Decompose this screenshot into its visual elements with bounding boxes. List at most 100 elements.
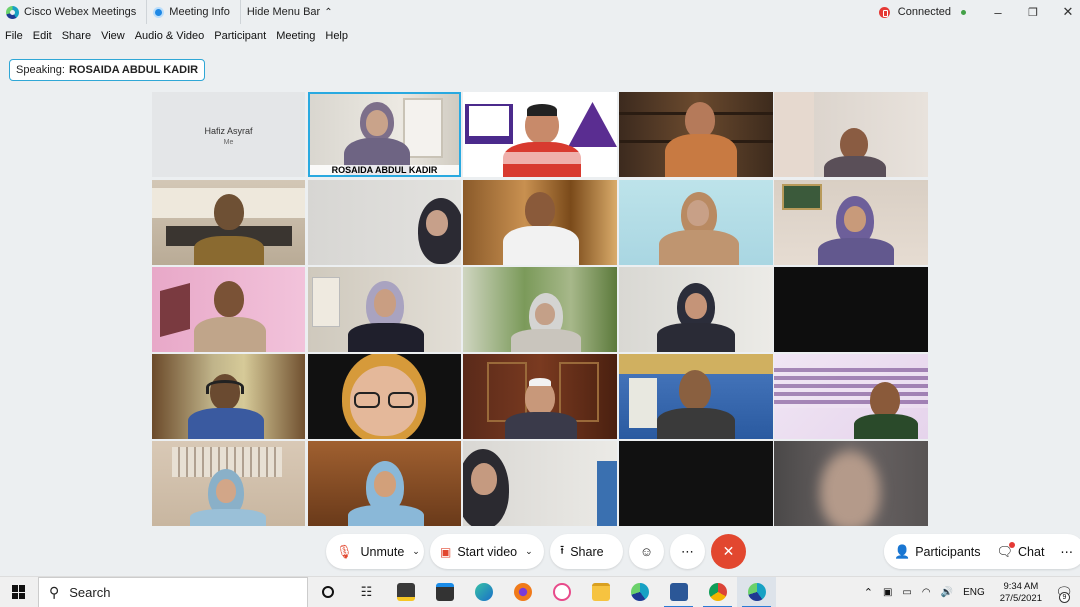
- menu-participant[interactable]: Participant: [209, 30, 271, 42]
- chat-button[interactable]: 🗨 Chat: [988, 534, 1053, 569]
- start-video-button[interactable]: ▣ Start video ⌄: [430, 534, 544, 569]
- menu-share[interactable]: Share: [57, 30, 96, 42]
- taskbar-app-explorer[interactable]: [581, 577, 620, 607]
- menu-help[interactable]: Help: [320, 30, 353, 42]
- app-name: Cisco Webex Meetings: [24, 6, 137, 18]
- menu-audio-video[interactable]: Audio & Video: [130, 30, 210, 42]
- connected-indicator-icon: [961, 9, 966, 15]
- video-tile[interactable]: [308, 441, 461, 526]
- video-tile[interactable]: [152, 180, 305, 265]
- taskbar-app-word[interactable]: [659, 577, 698, 607]
- video-tile-self[interactable]: Hafiz Asyraf Me: [152, 92, 305, 177]
- leave-meeting-button[interactable]: ✕: [711, 534, 746, 569]
- clock-date: 27/5/2021: [999, 592, 1042, 604]
- unmute-label: Unmute: [360, 544, 405, 559]
- language-indicator[interactable]: ENG: [963, 587, 985, 598]
- chat-icon: 🗨: [996, 541, 1016, 559]
- video-tile[interactable]: [619, 441, 773, 526]
- taskbar-search[interactable]: ⚲ Search: [38, 576, 308, 607]
- participants-label: Participants: [915, 544, 981, 559]
- video-tile[interactable]: [619, 354, 773, 439]
- webex-logo-icon: [6, 5, 19, 19]
- hide-menu-label: Hide Menu Bar: [246, 6, 321, 18]
- taskbar: ⚲ Search ☷ ⌃ ▣ ▭ ◠ 🔊 ENG 9:34 AM 27/5/20…: [0, 576, 1080, 607]
- video-grid: Hafiz Asyraf Me ROSAIDA ABDUL KADIR: [152, 92, 928, 526]
- system-tray: ⌃ ▣ ▭ ◠ 🔊 ENG 9:34 AM 27/5/2021 🗨 9: [859, 577, 1080, 607]
- smiley-icon: ☺: [639, 544, 654, 559]
- itunes-icon: [552, 583, 571, 601]
- restore-button[interactable]: ❐: [1021, 0, 1045, 24]
- participants-button[interactable]: 👤 Participants: [884, 534, 989, 569]
- speaking-indicator: Speaking: ROSAIDA ABDUL KADIR: [9, 59, 206, 81]
- minimize-button[interactable]: –: [986, 0, 1010, 24]
- taskbar-app-firefox[interactable]: [503, 577, 542, 607]
- folder-icon: [591, 583, 610, 601]
- video-tile[interactable]: [308, 267, 461, 352]
- video-tile-active-speaker[interactable]: ROSAIDA ABDUL KADIR: [308, 92, 461, 177]
- video-tile[interactable]: [463, 354, 617, 439]
- task-view-button[interactable]: ☷: [347, 577, 386, 607]
- video-tile[interactable]: [463, 180, 617, 265]
- video-tile[interactable]: [774, 267, 928, 352]
- taskbar-app-webex-1[interactable]: [620, 577, 659, 607]
- chevron-down-icon[interactable]: ⌄: [412, 546, 420, 557]
- meet-now-icon[interactable]: ▣: [883, 587, 892, 598]
- person-icon: 👤: [894, 543, 911, 559]
- chevron-up-icon[interactable]: ⌃: [864, 586, 873, 599]
- panel-more-button[interactable]: ⋯: [1052, 534, 1080, 569]
- hide-menu-bar-button[interactable]: Hide Menu Bar ⌃: [241, 0, 343, 24]
- notification-center-button[interactable]: 🗨 9: [1052, 577, 1076, 607]
- video-tile[interactable]: [152, 267, 305, 352]
- cortana-icon: [321, 586, 334, 598]
- video-tile[interactable]: [152, 354, 305, 439]
- video-tile[interactable]: [463, 441, 617, 526]
- video-tile[interactable]: [619, 267, 773, 352]
- start-button[interactable]: [0, 577, 38, 607]
- volume-icon[interactable]: 🔊: [941, 587, 953, 598]
- meeting-info-button[interactable]: Meeting Info: [147, 0, 241, 24]
- unmute-button[interactable]: 🎙 Unmute ⌄: [326, 534, 424, 569]
- self-sub-label: Me: [223, 139, 234, 146]
- menu-meeting[interactable]: Meeting: [271, 30, 320, 42]
- video-tile[interactable]: [308, 354, 461, 439]
- taskbar-app-edge[interactable]: [464, 577, 503, 607]
- taskbar-app-sticky[interactable]: [386, 577, 425, 607]
- video-tile[interactable]: [463, 92, 617, 177]
- cortana-button[interactable]: [308, 577, 347, 607]
- video-tile[interactable]: [774, 180, 928, 265]
- menu-view[interactable]: View: [96, 30, 130, 42]
- video-tile[interactable]: [463, 267, 617, 352]
- video-tile[interactable]: [774, 354, 928, 439]
- chevron-down-icon[interactable]: ⌄: [525, 546, 533, 557]
- video-tile[interactable]: [774, 441, 928, 526]
- close-button[interactable]: ✕: [1056, 0, 1080, 24]
- video-tile[interactable]: [308, 180, 461, 265]
- menu-edit[interactable]: Edit: [28, 30, 57, 42]
- video-tile[interactable]: [619, 180, 773, 265]
- share-button[interactable]: ⭱ Share: [550, 534, 623, 569]
- video-tile[interactable]: [619, 92, 773, 177]
- taskbar-app-store[interactable]: [425, 577, 464, 607]
- video-tile[interactable]: [774, 92, 928, 177]
- app-title: Cisco Webex Meetings: [0, 0, 148, 24]
- self-name-block: Hafiz Asyraf Me: [152, 126, 305, 146]
- video-off-icon: ▣: [440, 544, 452, 559]
- close-icon: ✕: [722, 543, 735, 559]
- battery-icon[interactable]: ▭: [902, 587, 911, 598]
- start-video-label: Start video: [457, 544, 518, 559]
- more-options-button[interactable]: ⋯: [670, 534, 705, 569]
- video-tile[interactable]: [152, 441, 305, 526]
- chevron-up-icon: ⌃: [324, 6, 333, 18]
- taskbar-app-itunes[interactable]: [542, 577, 581, 607]
- chat-label: Chat: [1018, 544, 1045, 559]
- reactions-button[interactable]: ☺: [629, 534, 664, 569]
- wifi-icon[interactable]: ◠: [922, 587, 931, 598]
- clock[interactable]: 9:34 AM 27/5/2021: [1000, 581, 1042, 605]
- active-speaker-label: ROSAIDA ABDUL KADIR: [308, 165, 461, 175]
- taskbar-app-webex-2[interactable]: [737, 576, 776, 607]
- notification-count-badge: 9: [1059, 592, 1070, 603]
- menu-file[interactable]: File: [0, 30, 28, 42]
- store-icon: [435, 583, 454, 601]
- taskbar-app-chrome[interactable]: [698, 577, 737, 607]
- chrome-icon: [708, 583, 727, 601]
